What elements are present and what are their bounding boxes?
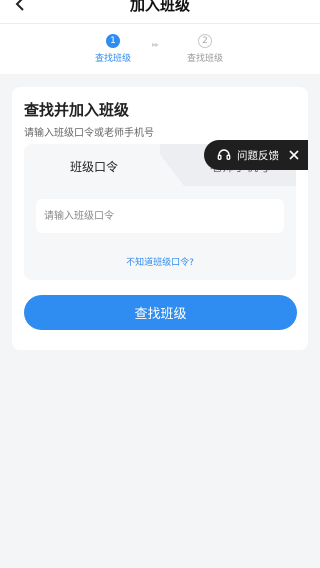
step-2-label: 查找班级 xyxy=(186,54,223,64)
step-2-number: 2 xyxy=(198,34,212,48)
unknown-code-link[interactable]: 不知道班级口令? xyxy=(24,255,296,268)
step-1: 1 查找班级 xyxy=(83,34,143,64)
step-indicator: 1 查找班级 ▸▸ 2 查找班级 xyxy=(0,24,320,74)
card-subheading: 请输入班级口令或老师手机号 xyxy=(24,128,154,139)
step-2: 2 查找班级 xyxy=(175,34,235,64)
page-title: 加入班级 xyxy=(129,0,190,14)
headset-icon xyxy=(216,147,232,163)
class-code-input[interactable] xyxy=(36,199,284,233)
feedback-label: 问题反馈 xyxy=(237,149,279,162)
step-arrows-icon: ▸▸ xyxy=(152,40,159,49)
feedback-pill[interactable]: 问题反馈 xyxy=(204,140,308,170)
nav-bar: 加入班级 xyxy=(0,0,320,24)
tab-class-code-label[interactable]: 班级口令 xyxy=(24,158,164,175)
step-1-number: 1 xyxy=(106,34,120,48)
join-class-card: 查找并加入班级 请输入班级口令或老师手机号 老师手机号 班级口令 不知道班级口令… xyxy=(12,87,308,350)
close-icon[interactable] xyxy=(288,149,300,161)
find-class-button[interactable]: 查找班级 xyxy=(24,295,297,330)
step-1-label: 查找班级 xyxy=(94,54,131,64)
card-heading: 查找并加入班级 xyxy=(24,101,130,119)
